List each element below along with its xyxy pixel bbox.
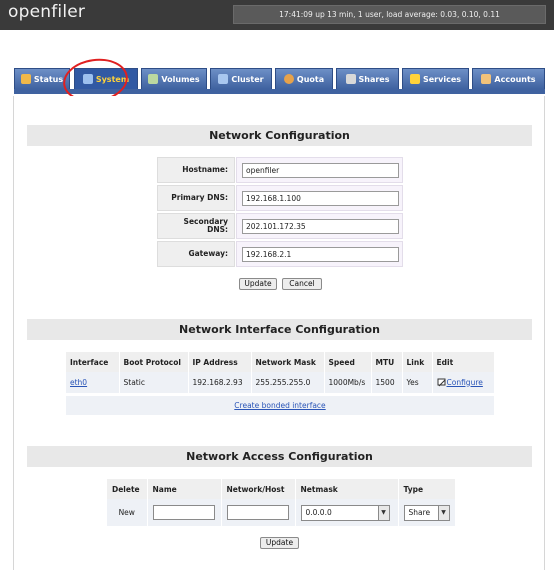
table-row: eth0 Static 192.168.2.93 255.255.255.0 1… <box>66 372 495 393</box>
configure-link[interactable]: Configure <box>447 378 483 387</box>
shares-icon <box>345 74 356 84</box>
section-title-interface-config: Network Interface Configuration <box>27 319 532 340</box>
accounts-icon <box>481 74 492 84</box>
primary-dns-row: Primary DNS: <box>157 185 403 212</box>
column-header: Type <box>398 479 456 499</box>
configure-icon[interactable] <box>437 378 447 388</box>
create-bonded-interface-link[interactable]: Create bonded interface <box>234 401 325 410</box>
field-label: Secondary DNS: <box>157 213 235 239</box>
netmask-select[interactable]: 0.0.0.0 ▼ <box>300 504 390 521</box>
access-update-button[interactable]: Update <box>260 537 299 549</box>
section-title-network-config: Network Configuration <box>27 125 532 146</box>
chevron-down-icon: ▼ <box>377 505 389 520</box>
type-select[interactable]: Share ▼ <box>403 504 450 521</box>
cluster-icon <box>218 74 229 84</box>
gateway-input[interactable] <box>242 247 399 262</box>
column-header: Edit <box>432 352 495 372</box>
table-row: New 0.0.0.0 ▼ Share ▼ <box>107 499 456 526</box>
edit-cell: Configure <box>432 372 495 393</box>
header-bar: openfiler 17:41:09 up 13 min, 1 user, lo… <box>0 0 554 30</box>
speed-cell: 1000Mb/s <box>324 372 372 393</box>
link-cell: Yes <box>402 372 433 393</box>
new-label: New <box>107 499 148 526</box>
quota-icon <box>283 74 294 84</box>
tab-services[interactable]: Services <box>402 68 469 89</box>
column-header: Speed <box>324 352 372 372</box>
volumes-icon <box>148 74 159 84</box>
field-cell <box>236 213 403 239</box>
primary-dns-input[interactable] <box>242 191 399 206</box>
column-header: Link <box>402 352 433 372</box>
field-label: Primary DNS: <box>157 185 235 211</box>
gateway-row: Gateway: <box>157 241 403 268</box>
tab-quota[interactable]: Quota <box>275 68 333 89</box>
field-cell <box>236 157 403 183</box>
type-value: Share <box>408 508 431 517</box>
status-icon <box>20 74 31 84</box>
column-header: Boot Protocol <box>119 352 189 372</box>
column-header: Interface <box>66 352 120 372</box>
tab-label: Accounts <box>494 74 536 84</box>
secondary-dns-row: Secondary DNS: <box>157 213 403 240</box>
tab-label: Quota <box>296 74 325 84</box>
logo: openfiler <box>8 2 86 22</box>
hostname-row: Hostname: <box>157 157 403 184</box>
bonded-interface-row: Create bonded interface <box>66 396 494 415</box>
column-header: Network/Host <box>221 479 296 499</box>
network-host-input[interactable] <box>226 505 289 520</box>
cancel-button[interactable]: Cancel <box>282 278 322 290</box>
interface-table: Interface Boot Protocol IP Address Netwo… <box>66 352 495 393</box>
tab-cluster[interactable]: Cluster <box>210 68 272 89</box>
ip-address-cell: 192.168.2.93 <box>188 372 252 393</box>
column-header: IP Address <box>188 352 252 372</box>
tab-accounts[interactable]: Accounts <box>472 68 545 89</box>
tab-label: Cluster <box>231 74 264 84</box>
field-cell <box>236 185 403 211</box>
netmask-value: 0.0.0.0 <box>305 508 332 517</box>
boot-protocol-cell: Static <box>119 372 189 393</box>
column-header: Delete <box>107 479 148 499</box>
mtu-cell: 1500 <box>371 372 403 393</box>
tab-status[interactable]: Status <box>14 68 70 89</box>
secondary-dns-input[interactable] <box>242 219 399 234</box>
tab-label: Status <box>33 74 64 84</box>
field-cell <box>236 241 403 267</box>
access-name-input[interactable] <box>152 505 215 520</box>
chevron-down-icon: ▼ <box>437 505 449 520</box>
column-header: Netmask <box>295 479 399 499</box>
services-icon <box>409 74 420 84</box>
tab-shares[interactable]: Shares <box>336 68 399 89</box>
tab-label: Services <box>422 74 462 84</box>
field-label: Hostname: <box>157 157 235 183</box>
column-header: Name <box>147 479 222 499</box>
column-header: MTU <box>371 352 403 372</box>
hostname-input[interactable] <box>242 163 399 178</box>
column-header: Network Mask <box>251 352 325 372</box>
uptime-status: 17:41:09 up 13 min, 1 user, load average… <box>233 5 546 24</box>
field-label: Gateway: <box>157 241 235 267</box>
tab-label: Shares <box>358 74 390 84</box>
interface-link-eth0[interactable]: eth0 <box>70 378 87 387</box>
section-title-access-config: Network Access Configuration <box>27 446 532 467</box>
access-table: Delete Name Network/Host Netmask Type Ne… <box>107 479 456 526</box>
update-button[interactable]: Update <box>239 278 277 290</box>
network-mask-cell: 255.255.255.0 <box>251 372 325 393</box>
tab-volumes[interactable]: Volumes <box>141 68 207 89</box>
tab-label: Volumes <box>161 74 200 84</box>
